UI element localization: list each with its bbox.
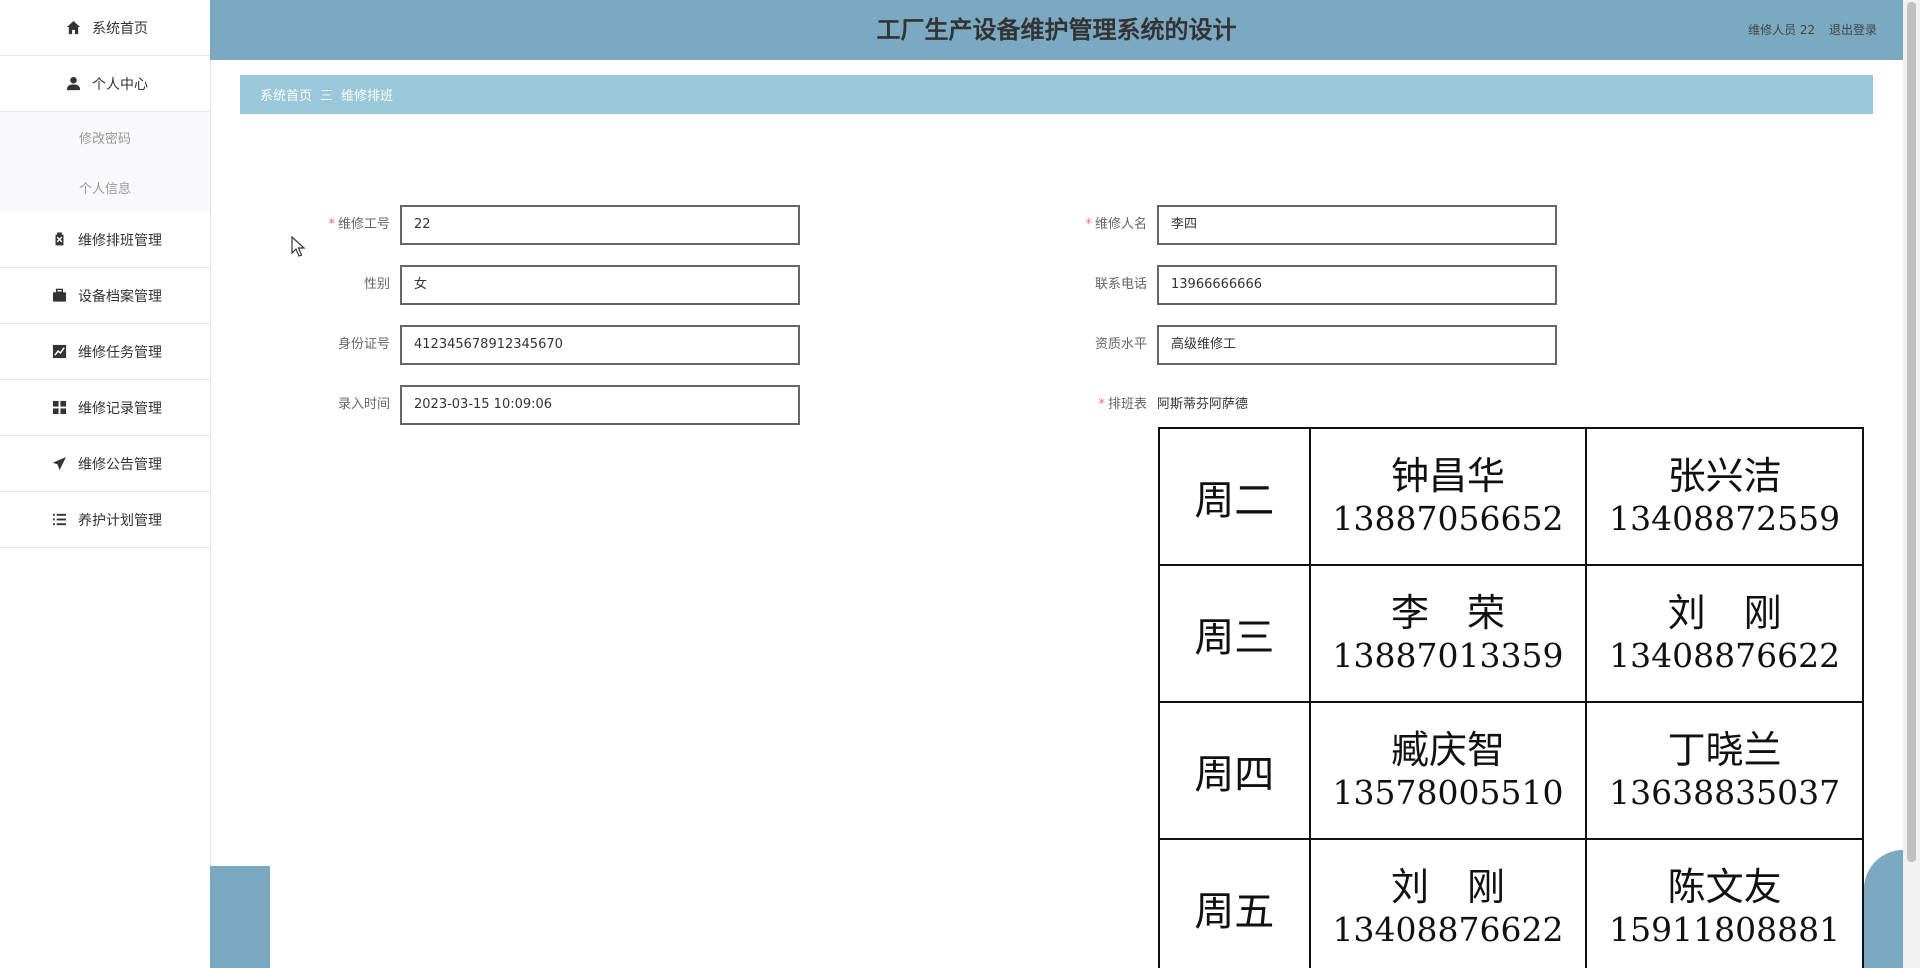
worker-no-field[interactable]: 22 — [400, 205, 800, 245]
grid-icon — [48, 400, 70, 415]
current-user: 维修人员 22 — [1748, 23, 1816, 37]
person-phone: 13578005510 — [1332, 772, 1564, 812]
entry-time-field[interactable]: 2023-03-15 10:09:06 — [400, 385, 800, 425]
sidebar-item-label: 养护计划管理 — [78, 512, 162, 529]
sidebar-item-tasks[interactable]: 维修任务管理 — [0, 324, 210, 380]
sidebar: 系统首页 个人中心 修改密码 个人信息 维修排班管理 设备档案管理 维修任务管理… — [0, 0, 211, 968]
person-phone: 15911808881 — [1609, 909, 1841, 949]
table-row: 周三 李 荣 13887013359 刘 刚 13408876622 — [1158, 564, 1864, 703]
sidebar-item-label: 设备档案管理 — [78, 288, 162, 305]
sidebar-item-label: 系统首页 — [92, 20, 148, 37]
gender-label: 性别 — [363, 277, 390, 292]
person-name: 丁晓兰 — [1667, 727, 1782, 772]
submenu-item-personal-info[interactable]: 个人信息 — [0, 162, 210, 212]
table-row: 周五 刘 刚 13408876622 陈文友 15911808881 — [1158, 838, 1864, 968]
breadcrumb-current: 维修排班 — [341, 89, 394, 104]
decorative-wave-left — [210, 866, 270, 968]
entry-time-label: 录入时间 — [337, 397, 390, 412]
person-phone: 13887056652 — [1332, 498, 1564, 538]
sidebar-item-label: 维修排班管理 — [78, 232, 162, 249]
sidebar-item-schedule[interactable]: 维修排班管理 — [0, 212, 210, 268]
worker-no-label: * 维修工号 — [328, 217, 390, 232]
schedule-cell: 李 荣 13887013359 — [1308, 564, 1588, 703]
personal-center-submenu: 修改密码 个人信息 — [0, 112, 210, 212]
page-scrollbar[interactable] — [1903, 0, 1920, 968]
schedule-file-name[interactable]: 阿斯蒂芬阿萨德 — [1157, 385, 1248, 425]
phone-label: 联系电话 — [1094, 277, 1147, 292]
worker-name-field[interactable]: 李四 — [1157, 205, 1557, 245]
breadcrumb-home[interactable]: 系统首页 — [260, 85, 312, 104]
schedule-day: 周四 — [1158, 701, 1311, 840]
person-name: 刘 刚 — [1667, 590, 1782, 635]
user-icon — [62, 76, 84, 91]
sidebar-item-label: 个人中心 — [92, 76, 148, 93]
submenu-item-change-password[interactable]: 修改密码 — [0, 112, 210, 162]
phone-field[interactable]: 13966666666 — [1157, 265, 1557, 305]
table-row: 周二 钟昌华 13887056652 张兴洁 13408872559 — [1158, 427, 1864, 566]
qualification-field[interactable]: 高级维修工 — [1157, 325, 1557, 365]
home-icon — [62, 20, 84, 35]
scrollbar-thumb[interactable] — [1907, 2, 1916, 862]
clipboard-icon — [48, 232, 70, 247]
schedule-cell: 钟昌华 13887056652 — [1308, 427, 1588, 566]
person-name: 钟昌华 — [1390, 453, 1505, 498]
person-name: 臧庆智 — [1390, 727, 1505, 772]
person-name: 李 荣 — [1390, 590, 1505, 635]
person-phone: 13408872559 — [1609, 498, 1841, 538]
schedule-label: * 排班表 — [1098, 397, 1147, 412]
schedule-cell: 丁晓兰 13638835037 — [1585, 701, 1864, 840]
breadcrumb-separator: 三 — [320, 89, 334, 104]
mouse-cursor-icon — [291, 236, 305, 257]
app-title: 工厂生产设备维护管理系统的设计 — [876, 16, 1237, 44]
breadcrumb: 系统首页 三 维修排班 — [240, 75, 1873, 114]
qualification-label: 资质水平 — [1094, 337, 1147, 352]
sidebar-item-label: 维修任务管理 — [78, 344, 162, 361]
decorative-wave-right — [1864, 850, 1903, 968]
id-card-label: 身份证号 — [337, 337, 390, 352]
briefcase-icon — [48, 288, 70, 303]
schedule-day: 周三 — [1158, 564, 1311, 703]
schedule-day: 周五 — [1158, 838, 1311, 968]
send-icon — [48, 456, 70, 471]
schedule-cell: 刘 刚 13408876622 — [1308, 838, 1588, 968]
schedule-table: 周二 钟昌华 13887056652 张兴洁 13408872559 周三 李 … — [1158, 427, 1864, 968]
schedule-image: 周二 钟昌华 13887056652 张兴洁 13408872559 周三 李 … — [1158, 427, 1864, 968]
person-name: 刘 刚 — [1390, 864, 1505, 909]
user-area: 维修人员 22 退出登录 — [1748, 0, 1877, 60]
top-header: 工厂生产设备维护管理系统的设计 维修人员 22 退出登录 — [210, 0, 1903, 60]
worker-name-label: * 维修人名 — [1085, 217, 1147, 232]
gender-field[interactable]: 女 — [400, 265, 800, 305]
sidebar-item-records[interactable]: 维修记录管理 — [0, 380, 210, 436]
schedule-cell: 陈文友 15911808881 — [1585, 838, 1864, 968]
schedule-cell: 张兴洁 13408872559 — [1585, 427, 1864, 566]
schedule-day: 周二 — [1158, 427, 1311, 566]
person-name: 张兴洁 — [1667, 453, 1782, 498]
sidebar-item-notices[interactable]: 维修公告管理 — [0, 436, 210, 492]
schedule-cell: 臧庆智 13578005510 — [1308, 701, 1588, 840]
logout-link[interactable]: 退出登录 — [1829, 23, 1877, 37]
person-phone: 13638835037 — [1609, 772, 1841, 812]
person-phone: 13408876622 — [1609, 635, 1841, 675]
table-row: 周四 臧庆智 13578005510 丁晓兰 13638835037 — [1158, 701, 1864, 840]
sidebar-item-personal-center[interactable]: 个人中心 — [0, 56, 210, 112]
sidebar-item-home[interactable]: 系统首页 — [0, 0, 210, 56]
schedule-cell: 刘 刚 13408876622 — [1585, 564, 1864, 703]
sidebar-item-label: 维修记录管理 — [78, 400, 162, 417]
list-icon — [48, 512, 70, 527]
chart-icon — [48, 344, 70, 359]
person-name: 陈文友 — [1667, 864, 1782, 909]
sidebar-item-maintenance-plan[interactable]: 养护计划管理 — [0, 492, 210, 548]
id-card-field[interactable]: 412345678912345670 — [400, 325, 800, 365]
person-phone: 13408876622 — [1332, 909, 1564, 949]
person-phone: 13887013359 — [1332, 635, 1564, 675]
sidebar-item-label: 维修公告管理 — [78, 456, 162, 473]
sidebar-item-equipment[interactable]: 设备档案管理 — [0, 268, 210, 324]
